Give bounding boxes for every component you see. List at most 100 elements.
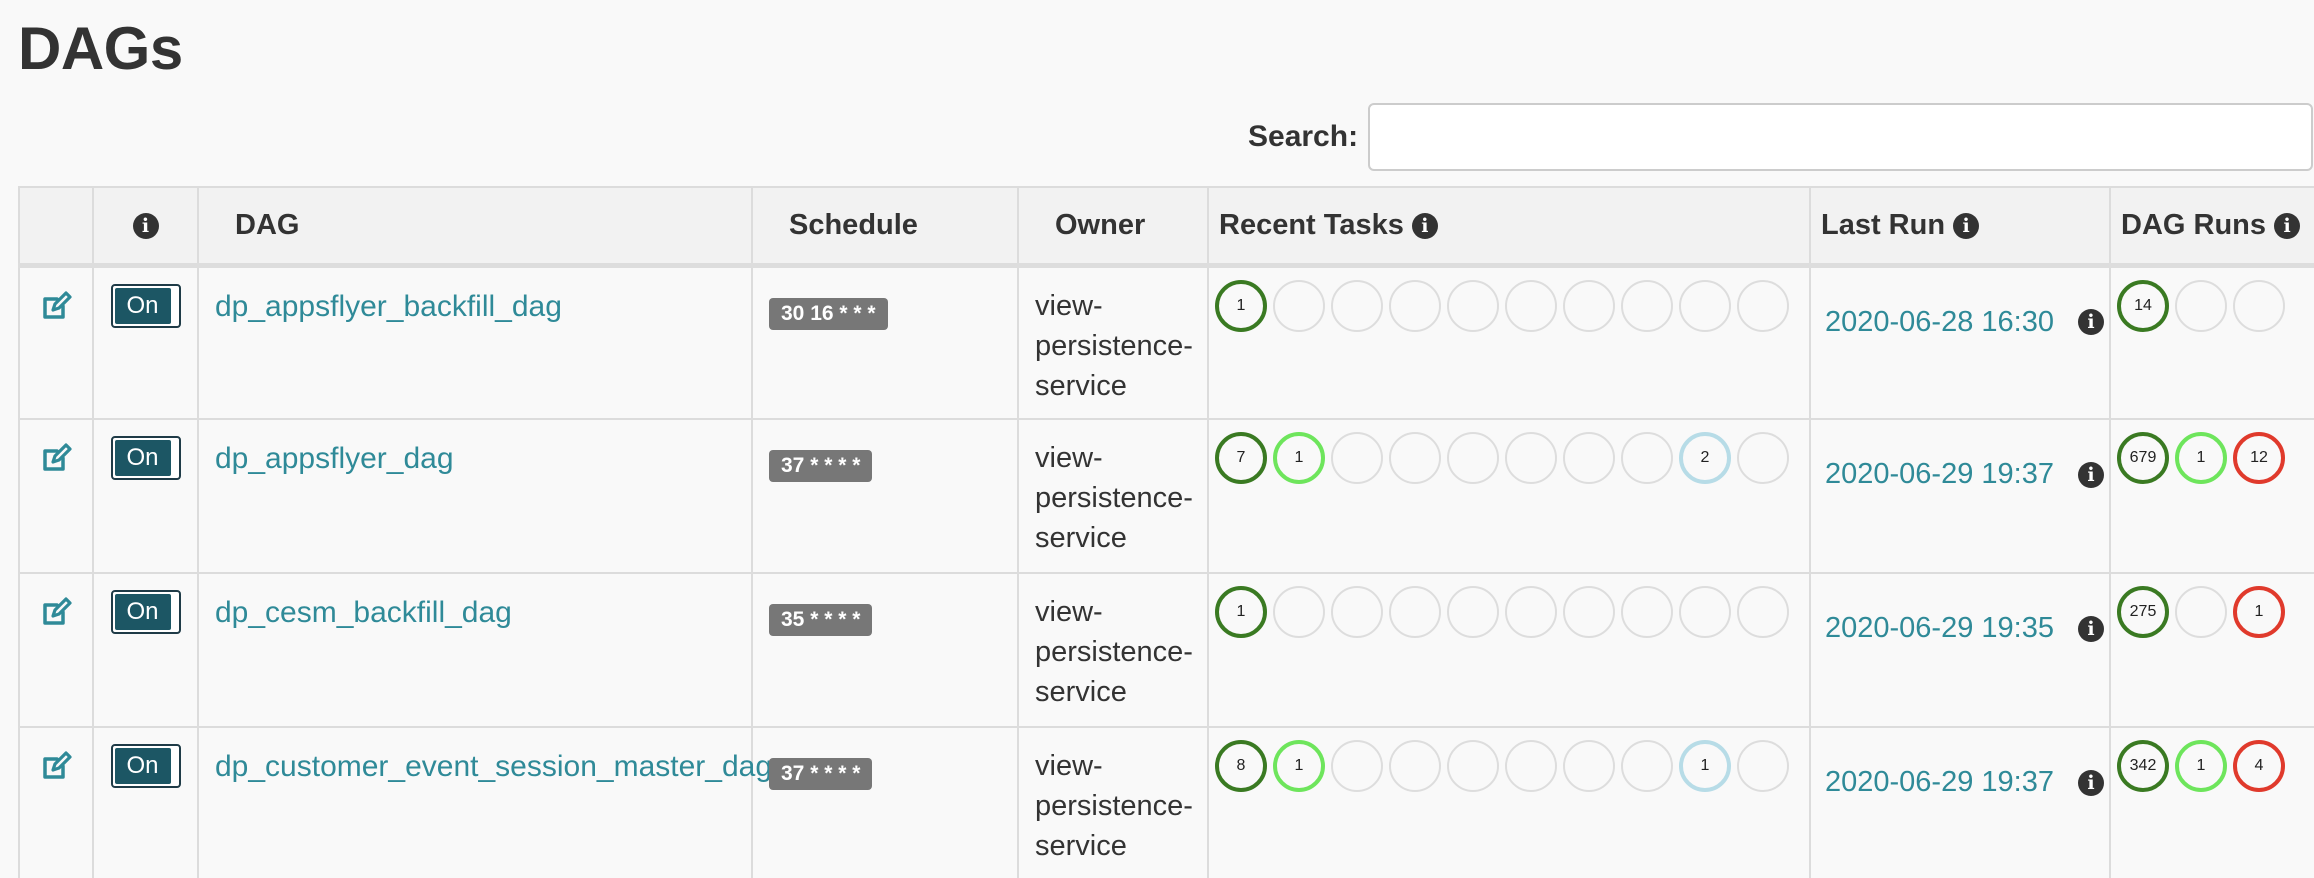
dag-run-circle[interactable]	[2233, 279, 2285, 332]
edit-icon[interactable]	[40, 290, 72, 322]
task-state-circle[interactable]: 1	[1273, 740, 1325, 792]
task-state-circle[interactable]	[1621, 740, 1673, 792]
info-icon[interactable]: i	[2077, 461, 2104, 488]
edit-icon[interactable]	[40, 442, 72, 474]
task-state-circle[interactable]	[1447, 740, 1499, 792]
task-state-circle[interactable]	[1737, 586, 1789, 638]
info-icon[interactable]: i	[2077, 309, 2104, 335]
dag-run-circle[interactable]: 679	[2117, 432, 2169, 484]
dag-runs-cell: 275 1	[2109, 572, 2314, 728]
task-state-circle[interactable]	[1389, 432, 1441, 484]
task-state-circle[interactable]	[1621, 432, 1673, 484]
header-dag[interactable]: DAG	[197, 186, 753, 268]
dag-run-circle[interactable]: 275	[2117, 586, 2169, 638]
dag-toggle[interactable]: On	[110, 744, 181, 788]
owner-cell: view- persistence- service	[1017, 572, 1209, 728]
task-state-circle[interactable]: 2	[1679, 432, 1731, 484]
task-state-circle[interactable]	[1447, 432, 1499, 484]
owner-line: persistence-	[1035, 636, 1193, 668]
actions-cell	[18, 264, 94, 420]
info-icon[interactable]: i	[1411, 213, 1438, 240]
task-state-circle[interactable]	[1505, 432, 1557, 484]
task-state-circle[interactable]	[1331, 740, 1383, 792]
dag-toggle[interactable]: On	[110, 590, 181, 634]
task-state-circle[interactable]	[1621, 586, 1673, 638]
dag-run-circle[interactable]: 4	[2233, 740, 2285, 792]
recent-tasks-circles: 1	[1209, 279, 1809, 332]
info-icon[interactable]: i	[2077, 769, 2104, 796]
last-run-link[interactable]: 2020-06-29 19:37	[1825, 458, 2054, 491]
task-state-circle[interactable]	[1679, 279, 1731, 332]
dag-run-circle[interactable]	[2175, 586, 2227, 638]
task-state-circle[interactable]	[1737, 740, 1789, 792]
task-state-circle[interactable]	[1389, 586, 1441, 638]
task-state-circle[interactable]: 1	[1215, 586, 1267, 638]
header-dag-runs-label: DAG Runs	[2121, 208, 2266, 241]
dag-run-circle[interactable]	[2175, 279, 2227, 332]
recent-tasks-circles: 1	[1209, 586, 1809, 638]
toggle-label: On	[114, 594, 171, 630]
recent-tasks-circles: 71 2	[1209, 432, 1809, 484]
dag-toggle[interactable]: On	[110, 436, 181, 480]
dag-link[interactable]: dp_cesm_backfill_dag	[199, 596, 751, 630]
task-state-circle[interactable]	[1331, 586, 1383, 638]
task-state-circle[interactable]	[1563, 279, 1615, 332]
edit-icon[interactable]	[40, 750, 72, 782]
task-state-circle[interactable]	[1331, 279, 1383, 332]
task-state-circle[interactable]	[1447, 279, 1499, 332]
dag-run-circle[interactable]: 12	[2233, 432, 2285, 484]
search-input[interactable]	[1368, 103, 2314, 171]
task-state-circle[interactable]	[1679, 586, 1731, 638]
dag-link[interactable]: dp_appsflyer_dag	[199, 442, 751, 476]
task-state-circle[interactable]	[1505, 279, 1557, 332]
dag-runs-circles: 14	[2111, 279, 2314, 332]
last-run-link[interactable]: 2020-06-29 19:35	[1825, 612, 2054, 645]
info-icon[interactable]: i	[1953, 213, 1980, 240]
last-run-cell: 2020-06-29 19:37 i	[1809, 726, 2111, 878]
task-state-circle[interactable]: 1	[1679, 740, 1731, 792]
task-state-circle[interactable]	[1737, 432, 1789, 484]
dag-run-circle[interactable]: 1	[2175, 432, 2227, 484]
task-state-circle[interactable]: 7	[1215, 432, 1267, 484]
last-run-link[interactable]: 2020-06-28 16:30	[1825, 306, 2054, 339]
dag-run-circle[interactable]: 1	[2233, 586, 2285, 638]
header-schedule[interactable]: Schedule	[751, 186, 1019, 268]
task-state-circle[interactable]	[1505, 586, 1557, 638]
task-state-circle[interactable]	[1273, 586, 1325, 638]
dag-link[interactable]: dp_appsflyer_backfill_dag	[199, 290, 751, 324]
task-state-circle[interactable]	[1737, 279, 1789, 332]
task-state-circle[interactable]	[1447, 586, 1499, 638]
dag-run-circle[interactable]: 342	[2117, 740, 2169, 792]
table-row: On dp_cesm_backfill_dag 35 * * * * view-…	[18, 572, 2314, 728]
dag-run-circle[interactable]: 1	[2175, 740, 2227, 792]
header-owner[interactable]: Owner	[1017, 186, 1209, 268]
info-icon[interactable]: i	[2077, 615, 2104, 642]
task-state-circle[interactable]	[1563, 432, 1615, 484]
task-state-circle[interactable]	[1273, 279, 1325, 332]
page-title: DAGs	[18, 15, 183, 82]
task-state-circle[interactable]	[1389, 740, 1441, 792]
task-state-circle[interactable]	[1621, 279, 1673, 332]
dag-toggle[interactable]: On	[110, 283, 181, 328]
owner-line: persistence-	[1035, 329, 1193, 362]
dag-run-circle[interactable]: 14	[2117, 279, 2169, 332]
toggle-cell: On	[92, 726, 199, 878]
schedule-cell: 37 * * * *	[751, 418, 1019, 574]
dag-runs-circles: 275 1	[2111, 586, 2314, 638]
task-state-circle[interactable]	[1563, 740, 1615, 792]
info-icon[interactable]: i	[2274, 213, 2301, 240]
owner-cell: view- persistence- service	[1017, 418, 1209, 574]
task-state-circle[interactable]	[1331, 432, 1383, 484]
task-state-circle[interactable]: 8	[1215, 740, 1267, 792]
task-state-circle[interactable]: 1	[1215, 279, 1267, 332]
last-run-link[interactable]: 2020-06-29 19:37	[1825, 766, 2054, 799]
actions-cell	[18, 572, 94, 728]
task-state-circle[interactable]	[1505, 740, 1557, 792]
toggle-cell: On	[92, 572, 199, 728]
dag-link[interactable]: dp_customer_event_session_master_dag	[199, 750, 772, 784]
task-state-circle[interactable]	[1389, 279, 1441, 332]
task-state-circle[interactable]: 1	[1273, 432, 1325, 484]
last-run-cell: 2020-06-29 19:37 i	[1809, 418, 2111, 574]
edit-icon[interactable]	[40, 596, 72, 628]
task-state-circle[interactable]	[1563, 586, 1615, 638]
